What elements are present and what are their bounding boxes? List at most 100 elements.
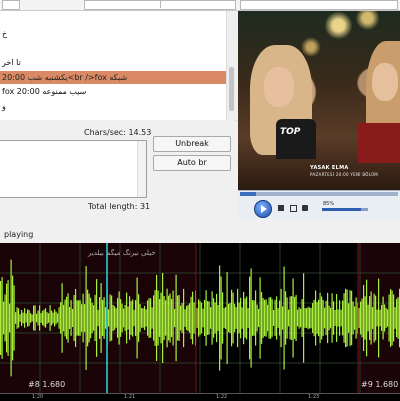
waveform-bar [271, 299, 273, 337]
subtitle-row[interactable]: تا اخر [0, 56, 228, 69]
waveform-bar [39, 305, 41, 331]
waveform-bar [12, 275, 14, 361]
waveform-bar [381, 305, 383, 331]
fullscreen-icon[interactable] [290, 205, 297, 212]
waveform-bar [253, 300, 255, 336]
subtitle-row[interactable]: fox 20:00 سیب ممنوعه [0, 85, 228, 98]
waveform-bar [139, 304, 141, 332]
waveform-bar [222, 292, 224, 344]
waveform-bar [94, 294, 96, 342]
waveform-bar [228, 303, 230, 333]
waveform-bar [288, 309, 290, 327]
waveform-bar [22, 312, 24, 324]
waveform-bar [96, 279, 98, 357]
face-right [372, 63, 398, 101]
waveform-graph [0, 243, 400, 393]
volume-fill [322, 208, 362, 211]
waveform-bar [114, 306, 116, 330]
unbreak-button[interactable]: Unbreak [153, 136, 231, 152]
time-tick: 1:20 [32, 394, 44, 400]
speaker-icon[interactable] [302, 205, 308, 211]
waveform-bar [36, 313, 38, 323]
waveform-bar [346, 289, 348, 347]
waveform-bar [315, 290, 317, 346]
subtitle-marker-8: #8 1.680 [28, 380, 66, 389]
toolbar-control[interactable] [2, 0, 20, 10]
text-input-scrollbar[interactable] [137, 141, 146, 197]
subtitle-marker-9: #9 1.680 [361, 380, 399, 389]
waveform-bar [157, 290, 159, 346]
waveform-panel[interactable]: خیلی نیرنگ میگم بیلدیر #8 1.680 #9 1.680… [0, 243, 400, 401]
waveform-bar [19, 314, 21, 322]
waveform-bar [154, 290, 156, 346]
list-scrollbar[interactable] [226, 11, 237, 120]
dress [358, 123, 400, 163]
shirt-logo: TOP [280, 127, 301, 137]
waveform-bar [91, 302, 93, 334]
waveform-bar [75, 288, 77, 348]
play-icon[interactable] [254, 200, 272, 218]
waveform-bar [187, 304, 189, 332]
waveform-bar [10, 259, 12, 377]
waveform-bar [217, 304, 219, 332]
waveform-bar [126, 292, 128, 344]
subtitle-row[interactable]: و [0, 100, 228, 113]
waveform-bar [40, 313, 42, 323]
seek-bar[interactable] [240, 192, 398, 196]
waveform-bar [330, 307, 332, 329]
waveform-bar [103, 297, 105, 339]
waveform-bar [295, 295, 297, 341]
subtitle-row[interactable]: خ [0, 27, 228, 40]
waveform-bar [144, 305, 146, 331]
waveform-bar [127, 306, 129, 330]
waveform-bar [373, 293, 375, 343]
waveform-bar [198, 299, 200, 337]
waveform-bar [309, 307, 311, 329]
waveform-bar [76, 300, 78, 336]
waveform-bar [348, 303, 350, 333]
waveform-bar [390, 289, 392, 347]
time-tick: 1:22 [216, 394, 228, 400]
waveform-bar [120, 299, 122, 337]
waveform-bar [351, 290, 353, 346]
waveform-bar [85, 266, 87, 370]
waveform-bar [322, 299, 324, 337]
subtitle-row-selected[interactable]: 20:00 یکشنبه شب<br />fox شبکه [0, 71, 228, 84]
toolbar-dropdown-2[interactable] [240, 0, 398, 10]
waveform-bar [118, 291, 120, 345]
time-tick: 1:21 [124, 394, 136, 400]
waveform-bar [273, 309, 275, 327]
waveform-bar [63, 304, 65, 332]
waveform-bar [391, 290, 393, 346]
video-player[interactable]: TOP YASAK ELMA PAZARTESİ 20:00 YENİ BÖLÜ… [238, 11, 400, 191]
auto-br-button[interactable]: Auto br [153, 155, 231, 171]
waveform-bar [342, 300, 344, 336]
waveform-bar [70, 300, 72, 336]
scrollbar-thumb[interactable] [229, 67, 234, 111]
waveform-bar [37, 310, 39, 326]
waveform-bar [247, 308, 249, 328]
waveform-bar [306, 308, 308, 328]
subtitle-text-input[interactable] [0, 140, 147, 198]
waveform-bar [345, 288, 347, 348]
waveform-bar [159, 299, 161, 337]
waveform-bar [232, 292, 234, 344]
volume-slider[interactable] [322, 208, 368, 211]
stop-icon[interactable] [278, 205, 284, 211]
waveform-bar [108, 309, 110, 327]
subtitle-list: خ تا اخر 20:00 یکشنبه شب<br />fox شبکه f… [0, 11, 237, 121]
waveform-bar [156, 274, 158, 362]
waveform-bar [202, 308, 204, 328]
waveform-bar [192, 291, 194, 345]
waveform-bar [153, 295, 155, 341]
waveform-bar [78, 300, 80, 336]
waveform-bar [7, 280, 9, 356]
waveform-bar [234, 303, 236, 333]
waveform-bar [243, 291, 245, 345]
subtitle-text: تا اخر [2, 58, 21, 67]
waveform-bar [117, 298, 119, 338]
waveform-bar [121, 303, 123, 333]
waveform-bar [313, 299, 315, 337]
waveform-bar [333, 301, 335, 335]
waveform-bar [151, 307, 153, 329]
